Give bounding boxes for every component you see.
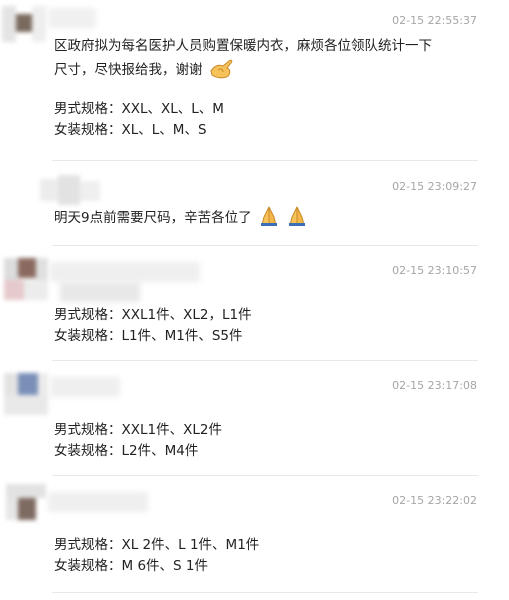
message-divider <box>52 475 478 476</box>
message-text: 男式规格：XXL1件、XL2件 女装规格：L2件、M4件 <box>54 420 222 462</box>
sender-name <box>48 8 96 28</box>
message-line: 明天9点前需要尺码，辛苦各位了 <box>54 205 308 226</box>
avatar[interactable] <box>4 373 48 417</box>
sender-name <box>48 492 148 512</box>
message-timestamp: 02-15 23:10:57 <box>392 264 477 277</box>
message-timestamp: 02-15 23:09:27 <box>392 180 477 193</box>
message-text: 男式规格：XL 2件、L 1件、M1件 女装规格：M 6件、S 1件 <box>54 535 259 577</box>
message-divider <box>52 245 478 246</box>
sender-name <box>50 262 200 282</box>
message-line: 女装规格：L2件、M4件 <box>54 443 199 459</box>
message-line: 女装规格：L1件、M1件、S5件 <box>54 328 243 344</box>
praying-hands-icon <box>286 205 308 234</box>
message-text: 区政府拟为每名医护人员购置保暖内衣，麻烦各位领队统计一下 尺寸，尽快报给我，谢谢… <box>54 36 432 141</box>
message-line: 女装规格：M 6件、S 1件 <box>54 558 208 574</box>
message-divider <box>52 360 478 361</box>
avatar[interactable] <box>6 484 46 524</box>
message-line: 男式规格：XXL1件、XL2，L1件 <box>54 307 252 323</box>
message-timestamp: 02-15 22:55:37 <box>392 14 477 27</box>
message-line: 区政府拟为每名医护人员购置保暖内衣，麻烦各位领队统计一下 <box>54 38 432 54</box>
message-timestamp: 02-15 23:22:02 <box>392 494 477 507</box>
avatar[interactable] <box>40 175 100 205</box>
chat-message: 02-15 23:10:57 男式规格：XXL1件、XL2，L1件 女装规格：L… <box>0 250 509 360</box>
message-line: 女装规格：XL、L、M、S <box>54 122 207 138</box>
chat-message: 02-15 23:22:02 男式规格：XL 2件、L 1件、M1件 女装规格：… <box>0 480 509 590</box>
message-text: 明天9点前需要尺码，辛苦各位了 <box>54 205 308 226</box>
sender-name <box>60 282 140 302</box>
message-line: 男式规格：XXL1件、XL2件 <box>54 422 222 438</box>
message-timestamp: 02-15 23:17:08 <box>392 379 477 392</box>
chat-message: 02-15 23:17:08 男式规格：XXL1件、XL2件 女装规格：L2件、… <box>0 365 509 475</box>
message-line: 尺寸，尽快报给我，谢谢 <box>54 57 432 79</box>
avatar[interactable] <box>2 6 46 42</box>
ok-hand-icon <box>209 57 235 86</box>
message-divider <box>52 160 478 161</box>
avatar[interactable] <box>4 258 48 302</box>
chat-message: 02-15 22:55:37 区政府拟为每名医护人员购置保暖内衣，麻烦各位领队统… <box>0 0 509 160</box>
message-line: 男式规格：XL 2件、L 1件、M1件 <box>54 537 260 553</box>
chat-message: 02-15 23:09:27 明天9点前需要尺码，辛苦各位了 <box>0 165 509 240</box>
message-line: 男式规格：XXL、XL、L、M <box>54 101 224 117</box>
sender-name <box>50 377 120 397</box>
message-divider <box>52 592 478 593</box>
message-text: 男式规格：XXL1件、XL2，L1件 女装规格：L1件、M1件、S5件 <box>54 305 252 347</box>
praying-hands-icon <box>258 205 280 234</box>
